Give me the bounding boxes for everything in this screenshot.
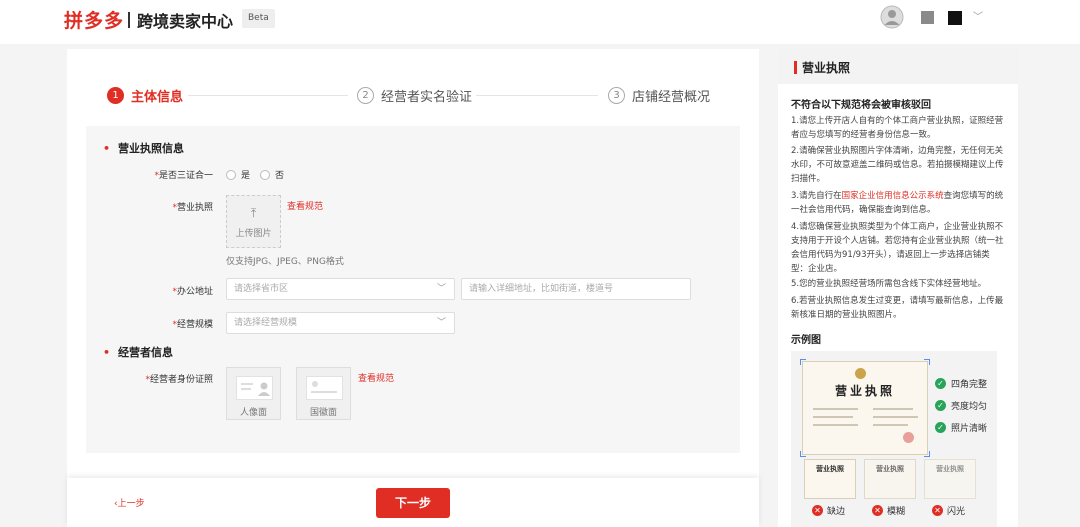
top-bar: 拼多多 跨境卖家中心 Beta ﹀ — [0, 0, 1080, 44]
pinduoduo-logo[interactable]: 拼多多 — [64, 6, 124, 33]
view-spec-link[interactable]: 查看规范 — [287, 199, 323, 212]
check-icon: ✓ — [935, 378, 946, 389]
id-front-icon — [236, 376, 273, 400]
text-line — [873, 424, 908, 426]
license-label: *营业执照 — [172, 203, 213, 213]
office-address-label: *办公地址 — [172, 287, 213, 297]
radio-yes[interactable]: 是 — [226, 168, 250, 181]
x-icon: ✕ — [812, 505, 823, 516]
upload-icon: ⤒ — [250, 206, 257, 220]
rules-title: 不符合以下规范将会被审核驳回 — [791, 100, 931, 111]
credit-system-link[interactable]: 国家企业信用信息公示系统 — [842, 191, 944, 201]
text-line — [813, 424, 858, 426]
id-front-upload[interactable]: 人像面 — [226, 367, 281, 420]
three-in-one-label: *是否三证合一 — [154, 171, 213, 181]
rule-5: 5.您的营业执照经营场所需包含线下实体经营地址。 — [791, 279, 987, 289]
frame-corner — [924, 359, 930, 365]
guide-panel: 营业执照 不符合以下规范将会被审核驳回 1.请您上传开店人自有的个体工商户营业执… — [778, 49, 1018, 527]
check-icon: ✓ — [935, 400, 946, 411]
license-sample-cropped: 营业执照 — [804, 459, 856, 499]
step-label: 经营者实名验证 — [381, 90, 473, 105]
scale-select[interactable]: 请选择经营规模 ﹀ — [226, 312, 455, 334]
step-connector — [188, 95, 348, 96]
x-icon: ✕ — [932, 505, 943, 516]
emblem-icon — [855, 368, 866, 379]
chevron-down-icon: ﹀ — [436, 318, 446, 328]
id-back-label: 国徽面 — [309, 408, 337, 418]
step-label: 店铺经营概况 — [632, 90, 711, 105]
text-line — [813, 408, 858, 410]
license-heading: 营业执照 — [834, 384, 895, 398]
step-connector — [476, 95, 598, 96]
address-input[interactable]: 请输入详细地址，比如街道，楼道号 — [461, 278, 691, 300]
logo-divider — [128, 12, 130, 28]
guide-title-bar — [794, 61, 797, 74]
step-number: 3 — [608, 87, 625, 104]
rule-2: 2.请确保营业执照图片字体清晰，边角完整，无任何无关水印，不可故意遮盖二维码或信… — [791, 146, 1004, 184]
text-line — [873, 416, 918, 418]
text-line — [873, 408, 913, 410]
rule-1: 1.请您上传开店人自有的个体工商户营业执照，证照经营者应与您填写的经营者身份信息… — [791, 116, 1004, 140]
license-sample-blurry: 营业执照 — [864, 459, 916, 499]
step-1: 1 主体信息 — [107, 86, 183, 105]
license-upload[interactable]: ⤒ 上传图片 — [226, 195, 281, 248]
beta-badge: Beta — [242, 9, 275, 28]
section-title-operator: • 经营者信息 — [103, 346, 174, 359]
rule-3: 3.请先自行在国家企业信用信息公示系统查询您填写的统一社会信用代码，确保能查询到… — [791, 191, 1004, 215]
check-icon: ✓ — [935, 422, 946, 433]
chevron-down-icon[interactable]: ﹀ — [973, 8, 983, 23]
step-label: 主体信息 — [131, 90, 184, 105]
frame-corner — [800, 359, 806, 365]
rule-6: 6.若营业执照信息发生过变更，请填写最新信息，上传最新核准日期的营业执照图片。 — [791, 296, 1004, 320]
license-sample-glare: 营业执照 — [924, 459, 976, 499]
check-clarity: ✓ 照片清晰 — [935, 421, 987, 434]
bad-blurry: ✕ 模糊 — [872, 504, 905, 517]
check-brightness: ✓ 亮度均匀 — [935, 399, 987, 412]
stamp-icon — [903, 432, 914, 443]
shop-icon[interactable] — [921, 11, 934, 24]
upload-label: 上传图片 — [235, 229, 272, 239]
scale-label: *经营规模 — [172, 320, 213, 330]
frame-corner — [924, 451, 930, 457]
upload-hint: 仅支持JPG、JPEG、PNG格式 — [226, 257, 344, 267]
id-back-upload[interactable]: 国徽面 — [296, 367, 351, 420]
account-icon[interactable] — [948, 11, 962, 25]
sample-title: 示例图 — [791, 335, 821, 346]
check-corners: ✓ 四角完整 — [935, 377, 987, 390]
id-back-icon — [306, 376, 343, 400]
section-title-license: • 营业执照信息 — [103, 142, 185, 155]
text-line — [813, 416, 853, 418]
step-number: 1 — [107, 87, 124, 104]
license-sample-good: 营业执照 — [802, 361, 928, 455]
frame-corner — [800, 451, 806, 457]
user-avatar-icon[interactable] — [880, 4, 906, 30]
view-spec-link-id[interactable]: 查看规范 — [358, 371, 394, 384]
app-title: 跨境卖家中心 — [137, 12, 234, 31]
prev-step-button[interactable]: ‹上一步 — [114, 496, 145, 509]
bad-glare: ✕ 闪光 — [932, 504, 965, 517]
radio-no[interactable]: 否 — [260, 168, 284, 181]
id-front-label: 人像面 — [239, 408, 267, 418]
step-3: 3 店铺经营概况 — [608, 86, 710, 105]
next-step-button[interactable]: 下一步 — [376, 488, 450, 518]
chevron-down-icon: ﹀ — [436, 284, 446, 294]
region-select[interactable]: 请选择省市区 ﹀ — [226, 278, 455, 300]
bad-cropped: ✕ 缺边 — [812, 504, 845, 517]
guide-title: 营业执照 — [802, 61, 851, 75]
x-icon: ✕ — [872, 505, 883, 516]
id-photo-label: *经营者身份证照 — [145, 375, 213, 385]
step-number: 2 — [357, 87, 374, 104]
step-2: 2 经营者实名验证 — [357, 86, 472, 105]
rule-4: 4.请您确保营业执照类型为个体工商户，企业营业执照不支持用于开设个人店铺。若您持… — [791, 222, 1004, 274]
